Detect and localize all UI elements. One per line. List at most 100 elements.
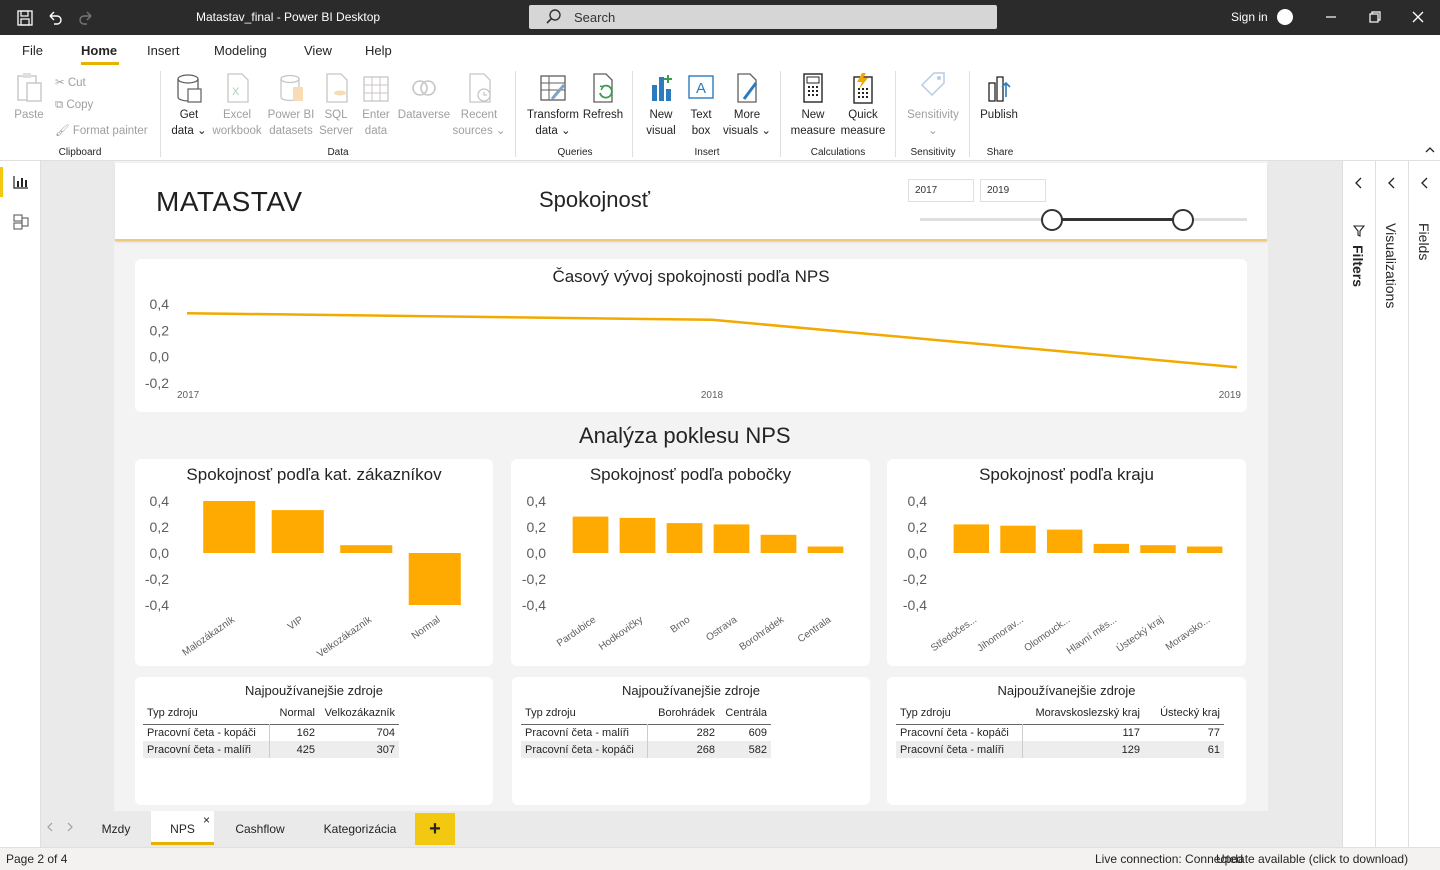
table-row[interactable]: Pracovní četa - malíři 425 307 bbox=[143, 741, 399, 758]
datasets-icon bbox=[280, 74, 303, 102]
y-axis-tick-label: 0,4 bbox=[150, 493, 170, 509]
publish-button[interactable]: Publish bbox=[976, 71, 1022, 123]
sensitivity-button[interactable]: Sensitivity ⌄ bbox=[902, 71, 964, 139]
enter-data-label: Enter bbox=[362, 109, 390, 121]
redo-icon[interactable] bbox=[77, 9, 95, 27]
text-box-button[interactable]: A Text box bbox=[683, 71, 719, 139]
more-visuals-button[interactable]: More visuals ⌄ bbox=[722, 71, 772, 139]
refresh-button[interactable]: Refresh bbox=[582, 71, 624, 123]
report-view-icon[interactable] bbox=[12, 174, 30, 190]
menu-insert[interactable]: Insert bbox=[147, 43, 180, 58]
column-header[interactable]: Borohrádek bbox=[647, 702, 719, 724]
column-header[interactable]: Velkozákazník bbox=[319, 702, 399, 724]
year-slider-start-handle[interactable] bbox=[1041, 209, 1063, 231]
minimize-icon[interactable] bbox=[1323, 9, 1339, 25]
cut-icon: ✂ bbox=[55, 77, 65, 89]
table-row[interactable]: Pracovní četa - malíři 129 61 bbox=[896, 741, 1224, 758]
collapse-ribbon-icon[interactable] bbox=[1424, 145, 1436, 155]
table-card-region[interactable]: Najpoužívanejšie zdroje Typ zdroju Morav… bbox=[887, 677, 1246, 805]
format-painter-button[interactable]: 🖌 Format painter bbox=[55, 123, 148, 137]
tab-kategorizacia[interactable]: Kategorizácia bbox=[306, 811, 414, 845]
cut-button[interactable]: ✂ Cut bbox=[55, 75, 86, 89]
visualizations-pane[interactable]: Visualizations bbox=[1375, 161, 1408, 847]
new-measure-button[interactable]: New measure bbox=[788, 71, 838, 139]
copy-button[interactable]: ⧉ Copy bbox=[55, 99, 93, 112]
sql-server-button[interactable]: SQL Server bbox=[318, 71, 354, 139]
column-header[interactable]: Typ zdroju bbox=[521, 702, 647, 724]
x-axis-tick-label: Normal bbox=[410, 614, 443, 641]
table-row[interactable]: Pracovní četa - kopáči 268 582 bbox=[521, 741, 771, 758]
table-cell: Pracovní četa - kopáči bbox=[521, 741, 648, 758]
new-visual-button[interactable]: New visual bbox=[640, 71, 682, 139]
tab-cashflow[interactable]: Cashflow bbox=[218, 811, 302, 845]
table-card-branch[interactable]: Najpoužívanejšie zdroje Typ zdroju Boroh… bbox=[512, 677, 870, 805]
chevron-left-icon[interactable] bbox=[1353, 176, 1365, 190]
menu-help[interactable]: Help bbox=[365, 43, 392, 58]
transform-data-button[interactable]: Transform data ⌄ bbox=[524, 71, 582, 139]
bar-chart-region: 0,4 0,2 0,0 -0,2 -0,4Středočes...Jihomorav..… bbox=[903, 493, 1223, 657]
table-cell: 129 bbox=[1022, 741, 1144, 758]
table-card-customer[interactable]: Najpoužívanejšie zdroje Typ zdroju Norma… bbox=[135, 677, 493, 805]
new-visual-label-2: visual bbox=[646, 125, 676, 137]
filters-pane[interactable]: Filters bbox=[1342, 161, 1375, 847]
restore-icon[interactable] bbox=[1367, 9, 1383, 25]
table-cell: Pracovní četa - malíři bbox=[521, 723, 648, 741]
dataverse-button[interactable]: Dataverse bbox=[396, 71, 452, 123]
table-row[interactable]: Pracovní četa - malíři 282 609 bbox=[521, 723, 771, 741]
group-queries-label: Queries bbox=[557, 147, 593, 158]
enter-data-button[interactable]: Enter data bbox=[357, 71, 395, 139]
x-axis-tick-label: Ostrava bbox=[704, 614, 739, 643]
column-header[interactable]: Typ zdroju bbox=[143, 702, 269, 724]
tab-scroll-right-icon[interactable] bbox=[65, 821, 75, 833]
avatar-icon[interactable] bbox=[1277, 9, 1293, 25]
tab-scroll-left-icon[interactable] bbox=[45, 821, 55, 833]
menu-view[interactable]: View bbox=[304, 43, 332, 58]
undo-icon[interactable] bbox=[46, 9, 64, 27]
paste-icon bbox=[17, 73, 42, 102]
column-header[interactable]: Ústecký kraj bbox=[1144, 702, 1224, 724]
table-row[interactable]: Pracovní četa - kopáči 162 704 bbox=[143, 723, 399, 741]
save-icon[interactable] bbox=[16, 9, 34, 27]
quick-measure-button[interactable]: Quick measure bbox=[838, 71, 888, 139]
bar-chart-card-branch[interactable]: Spokojnosť podľa pobočky 0,4 0,2 0,0 -0,2 -0… bbox=[511, 459, 870, 666]
tab-close-icon[interactable]: × bbox=[203, 813, 210, 827]
quick-measure-icon bbox=[853, 73, 873, 104]
year-to-input[interactable]: 2019 bbox=[980, 179, 1046, 202]
add-page-button[interactable]: + bbox=[415, 813, 455, 845]
year-slider-end-handle[interactable] bbox=[1172, 209, 1194, 231]
column-header[interactable]: Centrála bbox=[719, 702, 771, 724]
fields-pane[interactable]: Fields bbox=[1408, 161, 1440, 847]
search-placeholder: Search bbox=[574, 10, 616, 25]
table-header-row: Typ zdroju Normal Velkozákazník bbox=[143, 702, 399, 724]
tab-mzdy[interactable]: Mzdy bbox=[85, 811, 147, 845]
excel-workbook-button[interactable]: X Excel workbook bbox=[210, 71, 264, 139]
data-view-icon[interactable] bbox=[12, 213, 30, 231]
more-visuals-label-2: visuals bbox=[723, 125, 759, 137]
table-cell: Pracovní četa - malíři bbox=[143, 741, 270, 758]
get-data-button[interactable]: Get data ⌄ bbox=[168, 71, 210, 139]
column-header[interactable]: Moravskoslezský kraj bbox=[1022, 702, 1144, 724]
year-from-input[interactable]: 2017 bbox=[908, 179, 974, 202]
menu-file[interactable]: File bbox=[22, 43, 43, 58]
menu-home[interactable]: Home bbox=[81, 43, 117, 58]
bar-chart-card-region[interactable]: Spokojnosť podľa kraju 0,4 0,2 0,0 -0,2 -0,4… bbox=[887, 459, 1246, 666]
powerbi-datasets-button[interactable]: Power BI datasets bbox=[265, 71, 317, 139]
visualizations-label: Visualizations bbox=[1383, 223, 1399, 309]
column-header[interactable]: Normal bbox=[269, 702, 319, 724]
bar-chart-card-customer[interactable]: Spokojnosť podľa kat. zákazníkov 0,4 0,2 0… bbox=[135, 459, 493, 666]
quick-measure-label-2: measure bbox=[840, 125, 886, 137]
paste-button[interactable]: Paste bbox=[10, 71, 48, 123]
table-row[interactable]: Pracovní četa - kopáči 117 77 bbox=[896, 723, 1224, 741]
more-visuals-icon bbox=[737, 73, 758, 103]
update-available-link[interactable]: Update available (click to download) bbox=[1216, 852, 1408, 866]
y-axis-tick-label: -0,4 bbox=[145, 597, 169, 613]
column-header[interactable]: Typ zdroju bbox=[896, 702, 1022, 724]
recent-sources-button[interactable]: Recent sources ⌄ bbox=[452, 71, 506, 139]
chevron-left-icon[interactable] bbox=[1419, 176, 1431, 190]
sign-in-link[interactable]: Sign in bbox=[1231, 10, 1268, 24]
chevron-left-icon[interactable] bbox=[1386, 176, 1398, 190]
line-chart-card[interactable]: Časový vývoj spokojnosti podľa NPS 0,4 0,… bbox=[135, 259, 1247, 412]
menu-modeling[interactable]: Modeling bbox=[214, 43, 267, 58]
close-icon[interactable] bbox=[1410, 9, 1426, 25]
search-box[interactable]: Search bbox=[529, 5, 997, 29]
